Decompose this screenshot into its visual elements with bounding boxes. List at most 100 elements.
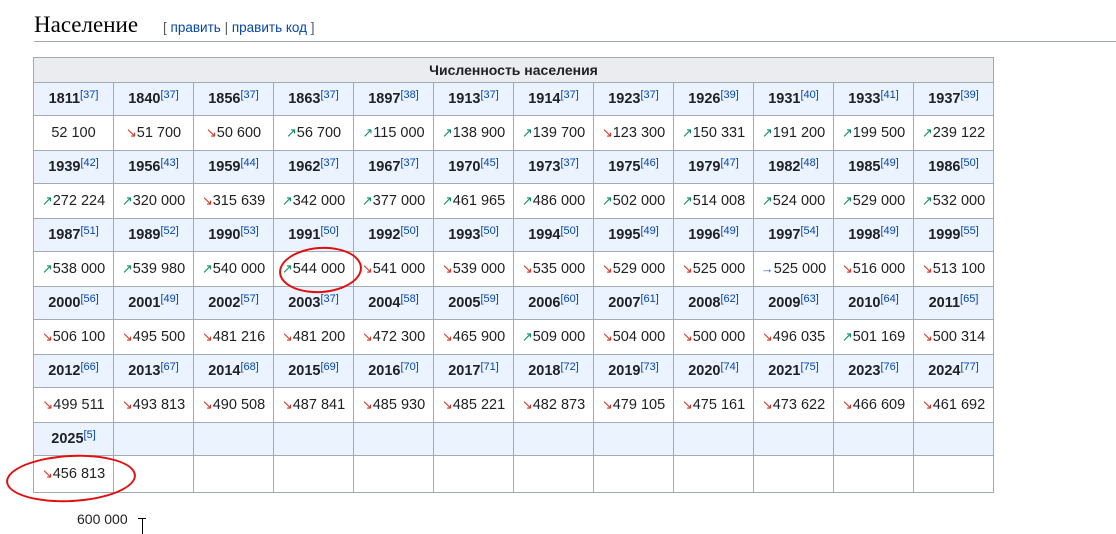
reference-link[interactable]: [57]	[240, 293, 258, 305]
population-value: 493 813	[132, 397, 186, 413]
reference-link[interactable]: [70]	[400, 361, 418, 373]
reference-link[interactable]: [37]	[160, 89, 178, 101]
year-label: 1989	[128, 227, 161, 243]
trend-down-icon: ↘	[201, 397, 213, 412]
reference-link[interactable]: [39]	[960, 89, 978, 101]
edit-code-link[interactable]: править код	[232, 20, 307, 35]
reference-link[interactable]: [41]	[880, 89, 898, 101]
reference-link[interactable]: [39]	[720, 89, 738, 101]
reference-link[interactable]: [59]	[480, 293, 498, 305]
reference-link[interactable]: [37]	[400, 157, 418, 169]
population-value: 456 813	[52, 466, 106, 482]
reference-link[interactable]: [50]	[960, 157, 978, 169]
reference-link[interactable]: [50]	[560, 225, 578, 237]
reference-link[interactable]: [74]	[720, 361, 738, 373]
reference-link[interactable]: [61]	[640, 293, 658, 305]
year-row: 1939[42] 1956[43] 1959[44] 1962[37] 1967[37]…	[33, 150, 994, 184]
reference-link[interactable]: [67]	[160, 361, 178, 373]
year-label: 1973	[528, 159, 561, 175]
reference-link[interactable]: [50]	[320, 225, 338, 237]
section-title: Население	[34, 12, 139, 37]
reference-link[interactable]: [72]	[560, 361, 578, 373]
reference-link[interactable]: [47]	[720, 157, 738, 169]
reference-link[interactable]: [38]	[400, 89, 418, 101]
reference-link[interactable]: [44]	[240, 157, 258, 169]
year-label: 1970	[448, 159, 481, 175]
edit-link[interactable]: править	[171, 20, 221, 35]
reference-link[interactable]: [71]	[480, 361, 498, 373]
year-cell: 2018[72]	[513, 354, 594, 388]
reference-link[interactable]: [40]	[800, 89, 818, 101]
reference-link[interactable]: [64]	[880, 293, 898, 305]
reference-link[interactable]: [65]	[960, 293, 978, 305]
reference-link[interactable]: [46]	[640, 157, 658, 169]
year-label: 2015	[288, 363, 321, 379]
empty-cell	[513, 455, 594, 493]
year-cell: 1956[43]	[113, 150, 194, 184]
population-value: 540 000	[212, 261, 266, 277]
reference-link[interactable]: [49]	[160, 293, 178, 305]
reference-link[interactable]: [76]	[880, 361, 898, 373]
reference-link[interactable]: [56]	[80, 293, 98, 305]
reference-link[interactable]: [49]	[880, 157, 898, 169]
population-cell: ↗532 000	[913, 183, 994, 219]
reference-link[interactable]: [77]	[960, 361, 978, 373]
reference-link[interactable]: [48]	[800, 157, 818, 169]
reference-link[interactable]: [51]	[80, 225, 98, 237]
year-cell: 2009[63]	[753, 286, 834, 320]
empty-cell	[273, 455, 354, 493]
population-value: 500 314	[932, 329, 986, 345]
trend-up-icon: ↗	[362, 125, 374, 140]
reference-link[interactable]: [49]	[720, 225, 738, 237]
reference-link[interactable]: [69]	[320, 361, 338, 373]
reference-link[interactable]: [54]	[800, 225, 818, 237]
reference-link[interactable]: [37]	[480, 89, 498, 101]
year-cell: 1989[52]	[113, 218, 194, 252]
year-label: 1986	[928, 159, 961, 175]
year-cell: 2016[70]	[353, 354, 434, 388]
year-label: 1996	[688, 227, 721, 243]
reference-link[interactable]: [37]	[320, 293, 338, 305]
reference-link[interactable]: [50]	[400, 225, 418, 237]
reference-link[interactable]: [75]	[800, 361, 818, 373]
year-cell: 2005[59]	[433, 286, 514, 320]
year-cell: 1999[55]	[913, 218, 994, 252]
year-cell: 1973[37]	[513, 150, 594, 184]
population-cell: ↗342 000	[273, 183, 354, 219]
reference-link[interactable]: [37]	[80, 89, 98, 101]
reference-link[interactable]: [66]	[80, 361, 98, 373]
population-value: 472 300	[372, 329, 426, 345]
population-value: 199 500	[852, 125, 906, 141]
reference-link[interactable]: [49]	[880, 225, 898, 237]
reference-link[interactable]: [5]	[84, 429, 96, 441]
reference-link[interactable]: [68]	[240, 361, 258, 373]
trend-down-icon: ↘	[761, 329, 773, 344]
year-label: 1962	[288, 159, 321, 175]
year-label: 1987	[48, 227, 81, 243]
reference-link[interactable]: [49]	[640, 225, 658, 237]
reference-link[interactable]: [73]	[640, 361, 658, 373]
year-cell: 2014[68]	[193, 354, 274, 388]
reference-link[interactable]: [37]	[240, 89, 258, 101]
reference-link[interactable]: [37]	[320, 157, 338, 169]
reference-link[interactable]: [62]	[720, 293, 738, 305]
reference-link[interactable]: [37]	[560, 157, 578, 169]
reference-link[interactable]: [63]	[800, 293, 818, 305]
population-cell: ↘482 873	[513, 387, 594, 423]
reference-link[interactable]: [37]	[640, 89, 658, 101]
reference-link[interactable]: [50]	[480, 225, 498, 237]
reference-link[interactable]: [42]	[80, 157, 98, 169]
population-value: 525 000	[773, 261, 827, 277]
reference-link[interactable]: [55]	[960, 225, 978, 237]
reference-link[interactable]: [60]	[560, 293, 578, 305]
reference-link[interactable]: [52]	[160, 225, 178, 237]
reference-link[interactable]: [45]	[480, 157, 498, 169]
reference-link[interactable]: [58]	[400, 293, 418, 305]
year-label: 1975	[608, 159, 641, 175]
population-cell: ↘461 692	[913, 387, 994, 423]
reference-link[interactable]: [37]	[320, 89, 338, 101]
reference-link[interactable]: [53]	[240, 225, 258, 237]
reference-link[interactable]: [43]	[160, 157, 178, 169]
reference-link[interactable]: [37]	[560, 89, 578, 101]
year-label: 1993	[448, 227, 481, 243]
